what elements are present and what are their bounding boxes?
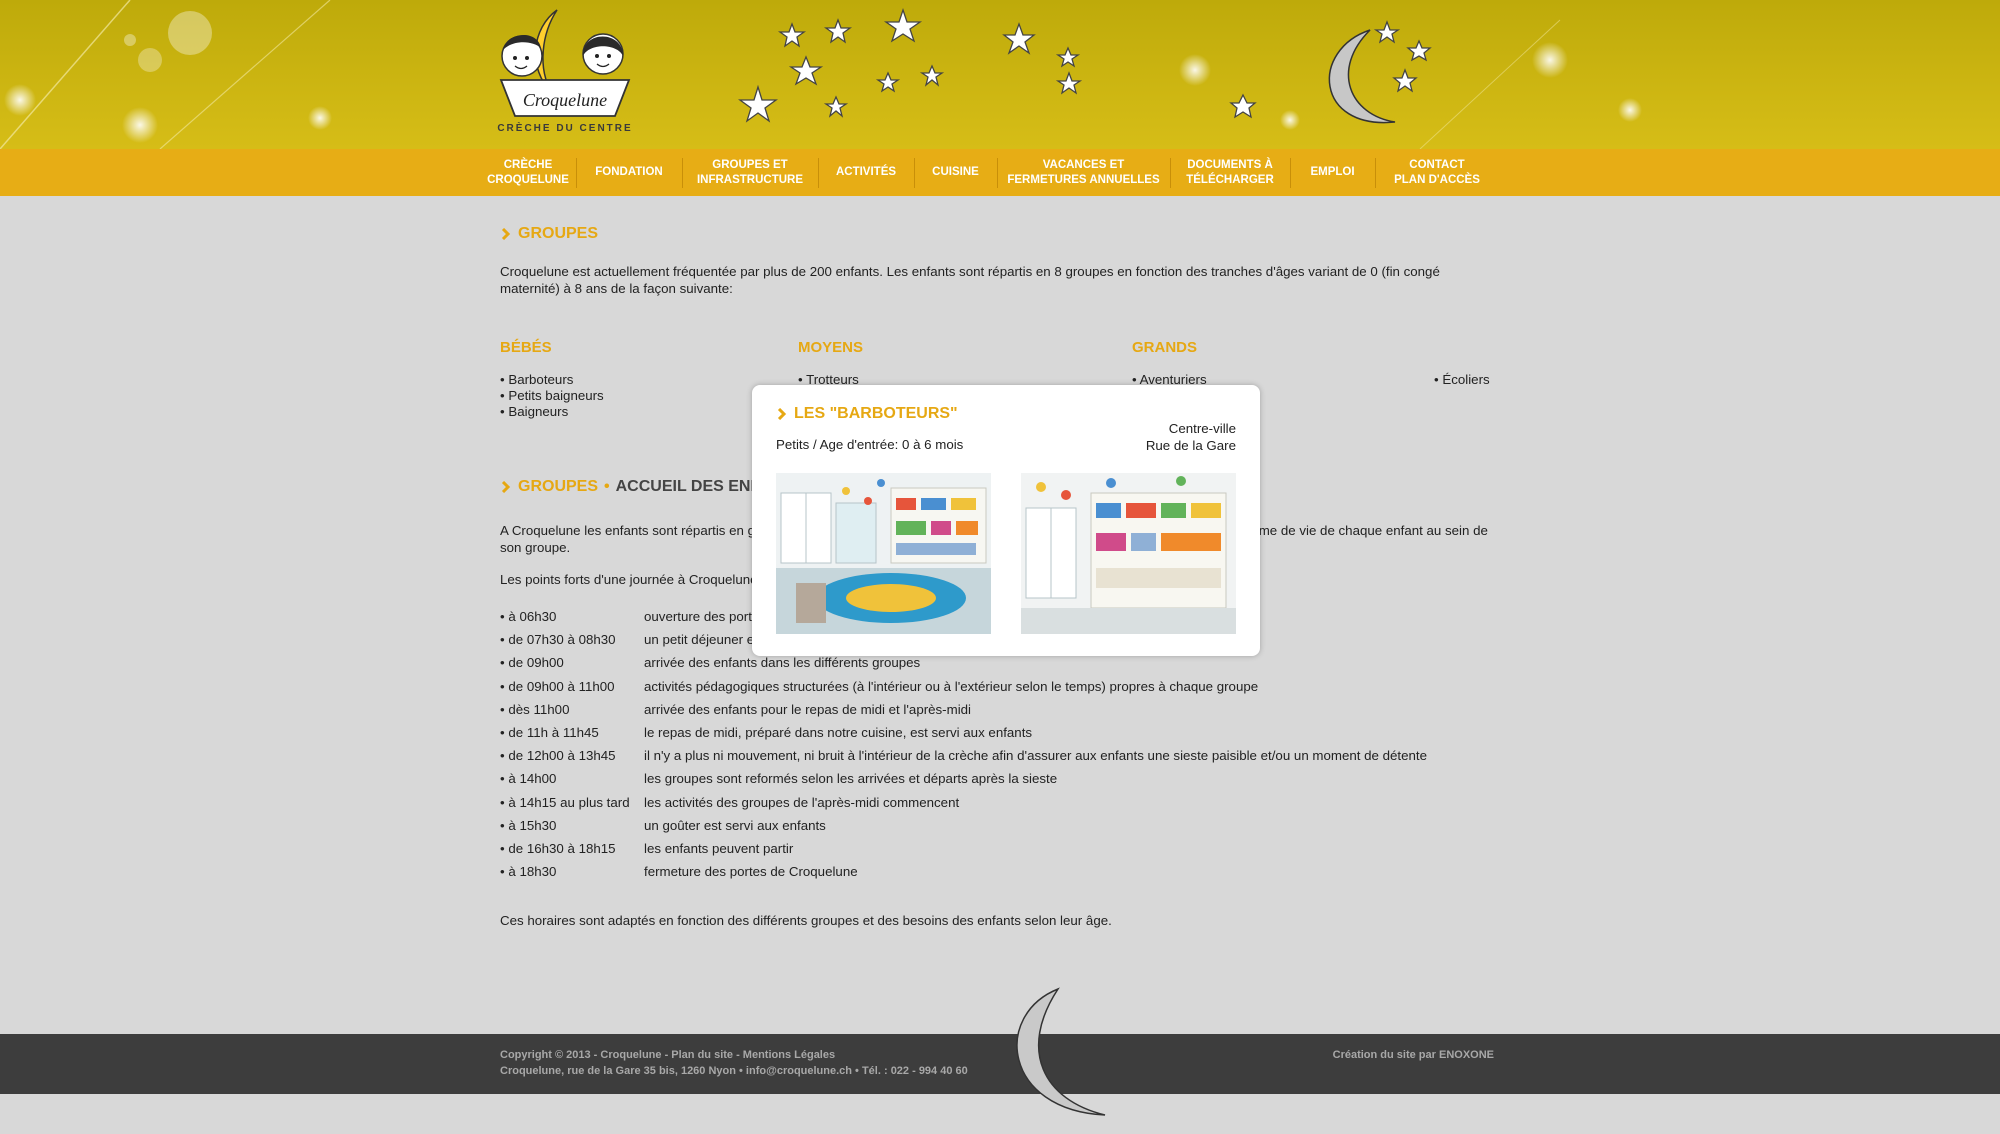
svg-text:Croquelune: Croquelune [523, 90, 607, 110]
croquelune-logo[interactable]: Croquelune CRÈCHE DU CENTRE [497, 8, 633, 134]
schedule-row: • de 09h00 à 11h00 activités pédagogiques… [500, 679, 1494, 702]
popup-location: Centre-ville Rue de la Gare [1146, 420, 1236, 454]
popup-title-text: LES "BARBOTEURS" [794, 405, 958, 422]
schedule-time: • de 09h00 à 11h00 [500, 678, 615, 694]
schedule-time: • à 14h15 au plus tard [500, 794, 630, 810]
group-link-petits-baigneurs[interactable]: • Petits baigneurs [500, 388, 604, 404]
schedule-time: • de 16h30 à 18h15 [500, 841, 616, 856]
logo-tagline: CRÈCHE DU CENTRE [497, 123, 633, 134]
schedule-row: • de 09h00 arrivée des enfants dans les d… [500, 655, 1494, 678]
schedule-time: • de 12h00 à 13h45 [500, 748, 616, 764]
nav-list: CRÈCHE CROQUELUNE FONDATION GROUPES ET INF… [480, 149, 1499, 196]
nav-item-3[interactable]: ACTIVITÉS [818, 149, 914, 196]
schedule-row: • de 11h à 11h45 le repas de midi, prépar… [500, 725, 1494, 748]
section-title-text: GROUPES [518, 225, 599, 242]
schedule-row: • à 15h30 un goûter est servi aux enfants [500, 818, 1494, 841]
nav-item-8[interactable]: CONTACT PLAN D'ACCÈS [1375, 149, 1499, 196]
nav-item-2[interactable]: GROUPES ET INFRASTRUCTURE [682, 149, 818, 196]
footer: Copyright © 2013 - Croquelune - Plan du … [0, 1034, 2000, 1094]
schedule-time: • à 15h30 [500, 817, 557, 833]
schedule-note: Ces horaires sont adaptés en fonction de… [500, 913, 1112, 928]
schedule-description: fermeture des portes de Croquelune [644, 864, 858, 880]
schedule-row: • de 16h30 à 18h15 les enfants peuvent pa… [500, 841, 1494, 864]
schedule-time: • à 14h00 [500, 771, 557, 787]
nav-item-1[interactable]: FONDATION [576, 149, 682, 196]
popup-location-line2: Rue de la Gare [1145, 438, 1236, 453]
schedule-time: • de 09h00 [500, 655, 564, 671]
popup-subtitle: Petits / Age d'entrée: 0 à 6 mois [776, 437, 964, 452]
chevron-right-icon [500, 228, 512, 240]
chevron-right-icon [776, 408, 788, 420]
schedule-time: • de 07h30 à 08h30 [500, 632, 616, 648]
schedule-description: les groupes sont reformés selon les arri… [644, 771, 1058, 787]
popup-location-line1: Centre-ville [1168, 421, 1236, 436]
group-popup: LES "BARBOTEURS" Petits / Age d'entrée: … [752, 385, 1260, 656]
night-sky-decoration [0, 0, 1642, 149]
group-heading-grands: GRANDS [1132, 339, 1198, 356]
footer-credit[interactable]: Création du site par ENOXONE [1333, 1049, 1494, 1061]
nav-item-7[interactable]: EMPLOI [1290, 149, 1375, 196]
schedule-description: les activités des groupes de l'après-mid… [644, 794, 960, 810]
list-bebes: • Barboteurs • Petits baigneurs • Baigne… [500, 372, 604, 420]
breadcrumb-groupes[interactable]: GROUPES [518, 478, 598, 496]
schedule-row: • à 14h15 au plus tard les activités des … [500, 795, 1494, 818]
schedule-time: • à 06h30 [500, 609, 557, 624]
schedule-description: arrivée des enfants pour le repas de mid… [644, 701, 971, 717]
schedule-description: activités pédagogiques structurées (à l'… [644, 678, 1259, 694]
group-link-baigneurs[interactable]: • Baigneurs [500, 404, 604, 420]
group-link-barboteurs[interactable]: • Barboteurs [500, 372, 604, 388]
section-title-groupes: GROUPES [500, 225, 598, 243]
schedule-row: • à 14h00 les groupes sont reformés selon… [500, 771, 1494, 794]
header: Croquelune CRÈCHE DU CENTRE [0, 0, 2000, 149]
nav-item-4[interactable]: CUISINE [914, 149, 997, 196]
groupes-intro: Croquelune est actuellement fréquentée p… [500, 264, 1440, 296]
popup-title: LES "BARBOTEURS" [776, 405, 958, 423]
nav-item-5[interactable]: VACANCES ET FERMETURES ANNUELLES [997, 149, 1170, 196]
schedule-row: • dès 11h00 arrivée des enfants pour le r… [500, 702, 1494, 725]
schedule-row: • de 12h00 à 13h45 il n'y a plus ni mouve… [500, 748, 1494, 771]
footer-address[interactable]: Croquelune, rue de la Gare 35 bis, 1260 … [500, 1065, 968, 1077]
nav-item-0[interactable]: CRÈCHE CROQUELUNE [480, 149, 576, 196]
schedule-description: le repas de midi, préparé dans notre cui… [644, 725, 1033, 740]
classroom-photo-2[interactable] [1021, 473, 1236, 634]
schedule-description: un goûter est servi aux enfants [644, 817, 826, 833]
schedule-description: arrivée des enfants dans les différents … [644, 655, 921, 671]
classroom-photo-1[interactable] [776, 473, 991, 634]
footer-copyright[interactable]: Copyright © 2013 - Croquelune - Plan du … [500, 1049, 835, 1061]
chevron-right-icon [500, 481, 512, 493]
schedule-description: les enfants peuvent partir [644, 841, 794, 856]
schedule-time: • à 18h30 [500, 864, 557, 880]
group-heading-bebes: BÉBÉS [500, 339, 552, 356]
group-heading-moyens: MOYENS [798, 339, 864, 356]
schedule-row: • à 18h30 fermeture des portes de Croquel… [500, 864, 1494, 887]
logo-illustration-icon: Croquelune [499, 9, 631, 117]
breadcrumb-separator: • [604, 478, 610, 495]
group-link-ecoliers[interactable]: • Écoliers [1434, 372, 1490, 388]
moon-icon [1016, 987, 1106, 1116]
nav-item-6[interactable]: DOCUMENTS À TÉLÉCHARGER [1170, 149, 1290, 196]
schedule-time: • dès 11h00 [500, 701, 570, 717]
schedule-time: • de 11h à 11h45 [500, 725, 599, 740]
main-navigation: CRÈCHE CROQUELUNE FONDATION GROUPES ET INF… [0, 149, 2000, 196]
schedule-description: il n'y a plus ni mouvement, ni bruit à l… [644, 748, 1427, 764]
